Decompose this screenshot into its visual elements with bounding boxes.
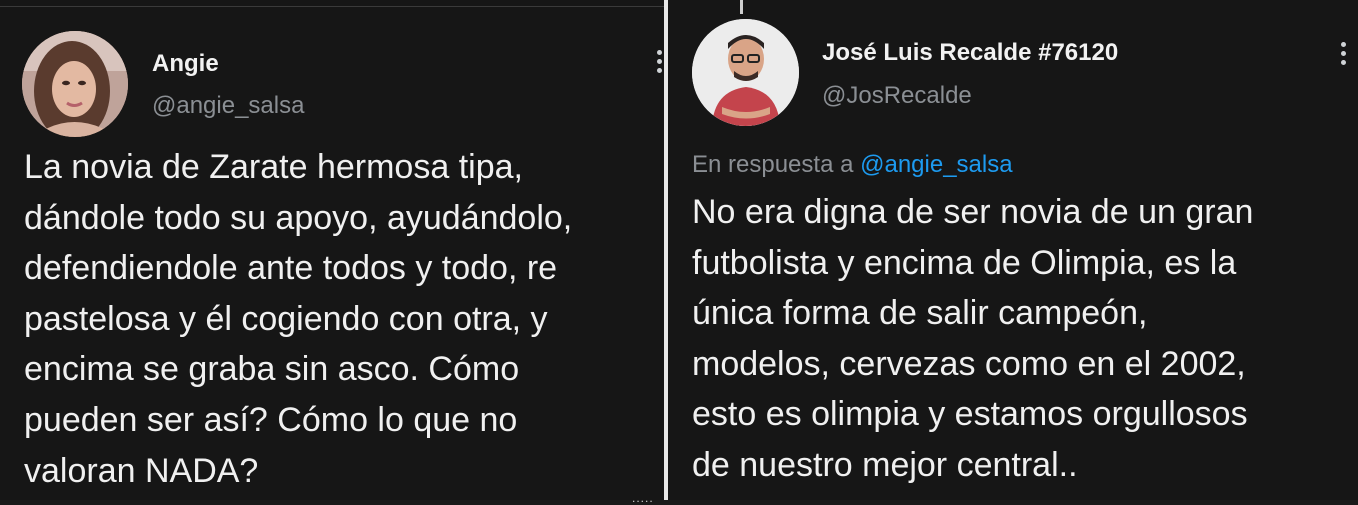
avatar-image xyxy=(692,19,799,126)
author-handle[interactable]: @JosRecalde xyxy=(822,82,972,110)
tweet-text-line: futbolista y encima de Olimpia, es la xyxy=(692,243,1237,282)
author-name[interactable]: José Luis Recalde #76120 xyxy=(822,39,1118,67)
reply-prefix: En respuesta a xyxy=(692,151,854,178)
tweet-text-line: pastelosa y él cogiendo con otra, y xyxy=(24,299,548,338)
tweet-text-line: La novia de Zarate hermosa tipa, xyxy=(24,148,523,186)
avatar-image xyxy=(22,31,128,137)
avatar[interactable] xyxy=(692,19,799,126)
tweet-text-line: única forma de salir campeón, xyxy=(692,294,1148,333)
separator-line xyxy=(0,6,664,7)
reply-to-link[interactable]: @angie_salsa xyxy=(860,151,1012,178)
tweet-text-line: modelos, cervezas como en el 2002, xyxy=(692,344,1246,383)
author-name[interactable]: Angie xyxy=(152,50,219,78)
tweet-text-line: defendiendole ante todos y todo, re xyxy=(24,249,558,288)
more-vertical-icon[interactable] xyxy=(1340,42,1346,65)
reply-context: En respuesta a @angie_salsa xyxy=(692,151,1013,179)
tweet-text-line: encima se graba sin asco. Cómo xyxy=(24,350,520,389)
tweet-text: La novia de Zarate hermosa tipa, dándole… xyxy=(24,142,664,496)
tweet-text-line: de nuestro mejor central.. xyxy=(692,445,1078,484)
tweet-text-line: No era digna de ser novia de un gran xyxy=(692,193,1254,231)
tweet-text-line: valoran NADA? xyxy=(24,451,259,490)
ellipsis-decoration: ..... xyxy=(632,491,654,505)
author-handle[interactable]: @angie_salsa xyxy=(152,92,304,120)
tweet-text-line: dándole todo su apoyo, ayudándolo, xyxy=(24,198,573,237)
tweet-text-line: pueden ser así? Cómo lo que no xyxy=(24,400,518,439)
tweet-text: No era digna de ser novia de un gran fut… xyxy=(692,187,1352,491)
tweet-text-line: esto es olimpia y estamos orgullosos xyxy=(692,395,1248,434)
more-vertical-icon[interactable] xyxy=(656,50,662,73)
thread-connector-line xyxy=(740,0,743,14)
avatar[interactable] xyxy=(22,31,128,137)
